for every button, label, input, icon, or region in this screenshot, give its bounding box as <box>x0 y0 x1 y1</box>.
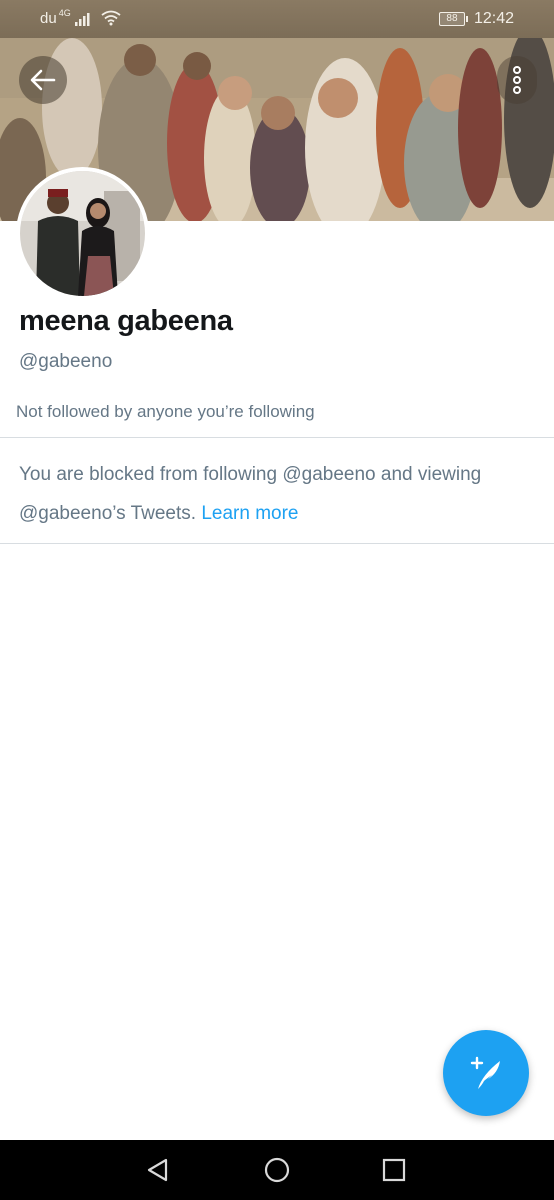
status-right: 88 12:42 <box>438 10 514 28</box>
blocked-notice: You are blocked from following @gabeeno … <box>19 455 539 533</box>
square-recents-icon <box>382 1158 406 1182</box>
signal-icon <box>74 13 90 26</box>
username: @gabeeno <box>19 351 113 372</box>
circle-home-icon <box>264 1157 290 1183</box>
wifi-icon <box>101 10 121 26</box>
feather-plus-icon <box>470 1056 500 1089</box>
more-options-button[interactable] <box>497 56 537 104</box>
compose-tweet-button[interactable] <box>443 1030 529 1116</box>
followed-by-text: Not followed by anyone you’re following <box>16 402 315 421</box>
battery-level: 88 <box>438 12 465 26</box>
carrier-label: du <box>40 10 57 27</box>
vertical-dots-icon <box>513 66 521 94</box>
nav-recents-button[interactable] <box>380 1156 408 1184</box>
arrow-left-icon <box>30 69 56 91</box>
avatar[interactable] <box>16 167 149 300</box>
back-button[interactable] <box>19 56 67 104</box>
learn-more-link[interactable]: Learn more <box>201 503 298 524</box>
clock: 12:42 <box>473 10 514 27</box>
avatar-photo <box>20 171 145 296</box>
divider <box>0 543 554 544</box>
divider <box>0 437 554 438</box>
triangle-back-icon <box>147 1158 168 1182</box>
battery-icon: 88 <box>438 12 468 26</box>
display-name: meena gabeena <box>19 305 233 337</box>
status-left: du 4G <box>40 8 121 27</box>
nav-home-button[interactable] <box>263 1156 291 1184</box>
status-bar: du 4G 88 12:42 <box>0 0 554 38</box>
system-nav-bar <box>0 1140 554 1200</box>
network-type-label: 4G <box>58 8 71 18</box>
nav-back-button[interactable] <box>144 1156 172 1184</box>
